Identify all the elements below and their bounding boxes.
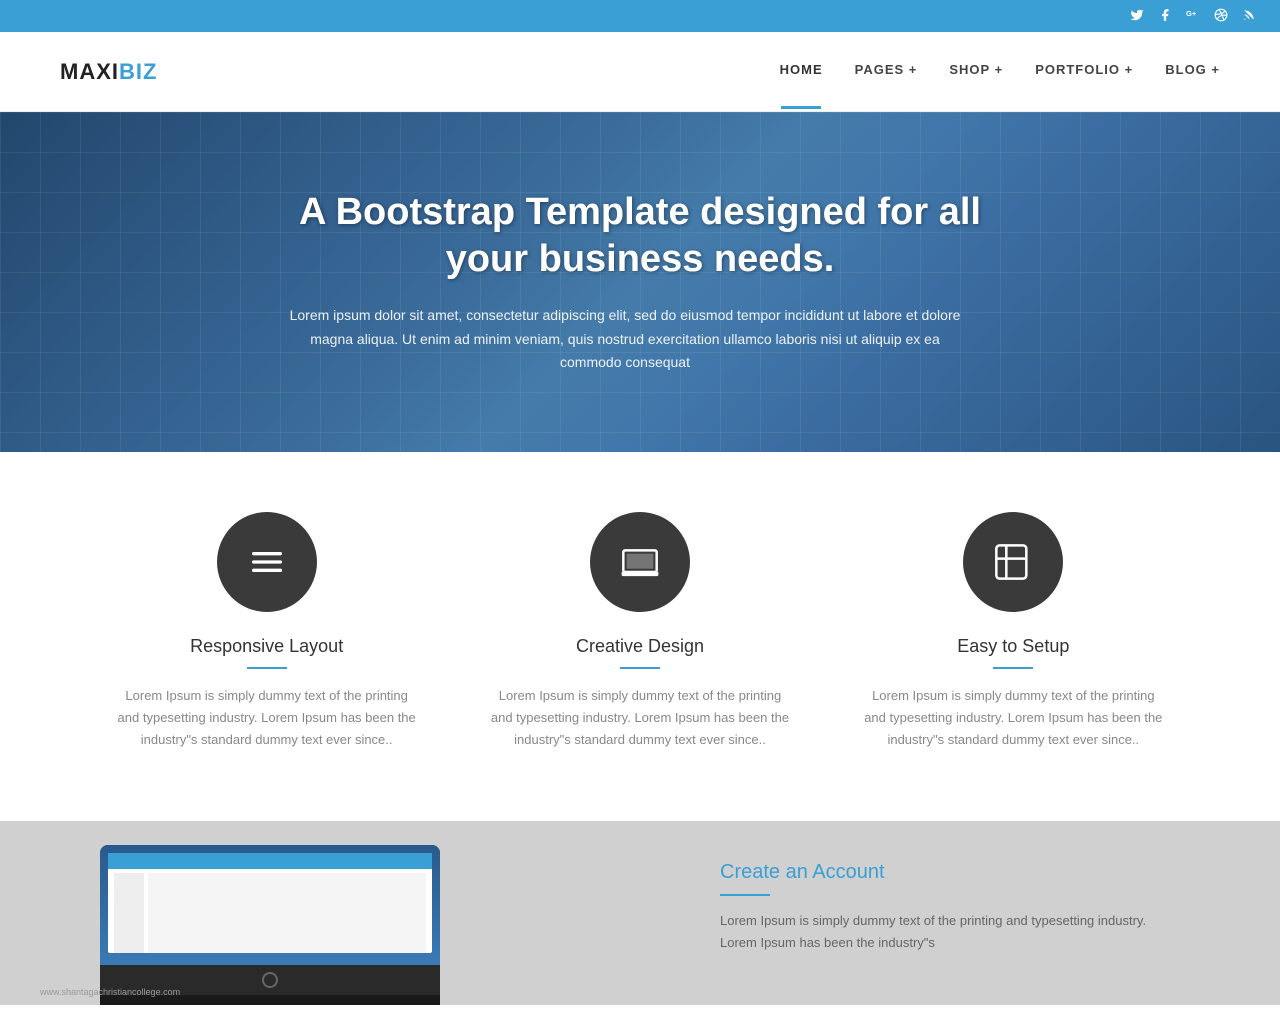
svg-text:G+: G+ [1186,9,1197,18]
twitter-icon[interactable] [1130,8,1144,25]
feature-title-setup: Easy to Setup [957,636,1069,657]
feature-desc-setup: Lorem Ipsum is simply dummy text of the … [863,685,1163,751]
feature-icon-responsive [217,512,317,612]
bottom-title: Create an Account [720,861,1180,884]
nav-pages[interactable]: PAGES + [855,62,918,81]
feature-title-responsive: Responsive Layout [190,636,343,657]
logo-maxi: MAXI [60,59,119,84]
feature-title-creative: Creative Design [576,636,704,657]
header: MAXIBIZ HOME PAGES + SHOP + PORTFOLIO + … [0,32,1280,112]
menu-icon [247,542,287,582]
rss-icon[interactable] [1242,8,1256,25]
hero-description: Lorem ipsum dolor sit amet, consectetur … [285,304,965,375]
bottom-text-area: Create an Account Lorem Ipsum is simply … [720,861,1180,954]
nav-portfolio[interactable]: PORTFOLIO + [1035,62,1133,81]
device-screen-main [148,873,426,953]
logo[interactable]: MAXIBIZ [60,59,157,85]
feature-divider-responsive [247,667,287,669]
bottom-description: Lorem Ipsum is simply dummy text of the … [720,910,1180,954]
feature-creative: Creative Design Lorem Ipsum is simply du… [490,512,790,751]
feature-divider-creative [620,667,660,669]
main-nav: HOME PAGES + SHOP + PORTFOLIO + BLOG + [780,62,1220,81]
nav-shop[interactable]: SHOP + [949,62,1003,81]
facebook-icon2[interactable] [1158,8,1172,25]
website-label: www.shantagachristiancollege.com [40,987,180,997]
device-screen-inner [108,853,432,953]
dribbble-icon[interactable] [1214,8,1228,25]
hero-title: A Bootstrap Template designed for all yo… [285,189,995,284]
feature-desc-creative: Lorem Ipsum is simply dummy text of the … [490,685,790,751]
bottom-title-divider [720,894,770,896]
book-icon [993,542,1033,582]
device-screen-content [108,869,432,953]
device-screen-header [108,853,432,869]
features-section: Responsive Layout Lorem Ipsum is simply … [0,452,1280,821]
logo-biz: BIZ [119,59,157,84]
bottom-section: Create an Account Lorem Ipsum is simply … [0,821,1280,1005]
feature-desc-responsive: Lorem Ipsum is simply dummy text of the … [117,685,417,751]
device-mockup [100,845,440,1005]
device-home-button [262,972,278,988]
hero-section: A Bootstrap Template designed for all yo… [0,112,1280,452]
top-bar:  G+ [0,0,1280,32]
feature-icon-setup [963,512,1063,612]
feature-setup: Easy to Setup Lorem Ipsum is simply dumm… [863,512,1163,751]
device-screen [100,845,440,965]
laptop-icon [620,542,660,582]
nav-home[interactable]: HOME [780,62,823,81]
feature-responsive: Responsive Layout Lorem Ipsum is simply … [117,512,417,751]
feature-icon-creative [590,512,690,612]
feature-divider-setup [993,667,1033,669]
device-screen-sidebar [114,873,144,953]
googleplus-icon[interactable]: G+ [1186,8,1200,25]
nav-blog[interactable]: BLOG + [1165,62,1220,81]
hero-content: A Bootstrap Template designed for all yo… [265,169,1015,395]
